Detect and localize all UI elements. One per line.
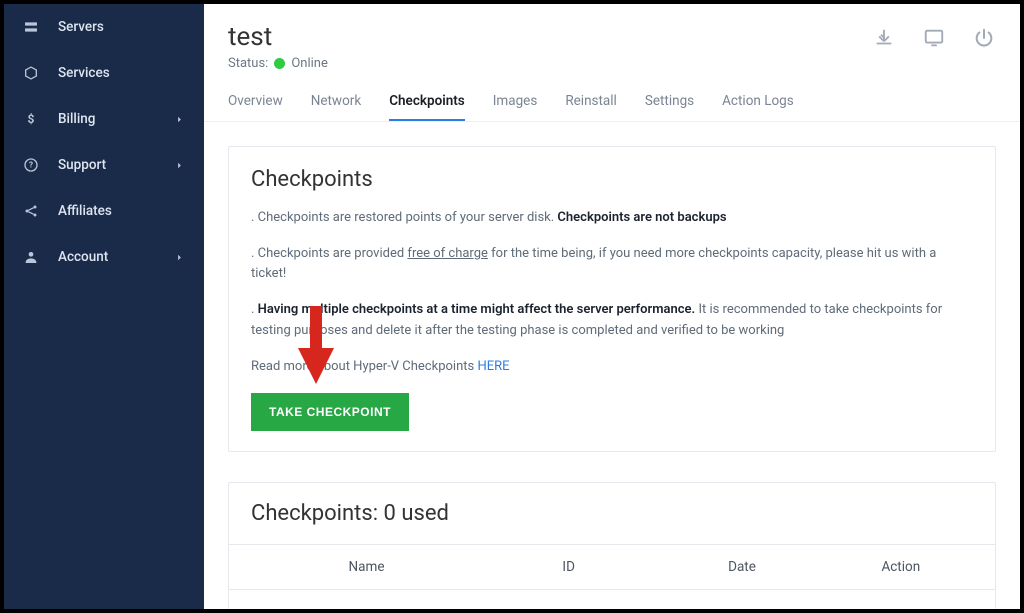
sidebar-item-support[interactable]: ? Support — [4, 142, 204, 188]
sidebar: Servers Services $ Billing ? Support — [4, 4, 204, 609]
checkpoints-card-title: Checkpoints — [251, 167, 973, 192]
checkpoints-note-1: . Checkpoints are restored points of you… — [251, 208, 973, 228]
table-header-row: Name ID Date Action — [229, 545, 995, 589]
checkpoints-note-3: . Having multiple checkpoints at a time … — [251, 300, 973, 340]
sidebar-item-label: Servers — [58, 19, 186, 35]
checkpoints-note-2: . Checkpoints are provided free of charg… — [251, 244, 973, 284]
tab-images[interactable]: Images — [493, 93, 538, 121]
sidebar-item-account[interactable]: Account — [4, 234, 204, 280]
tab-settings[interactable]: Settings — [645, 93, 694, 121]
tab-checkpoints[interactable]: Checkpoints — [389, 93, 465, 121]
chevron-right-icon — [172, 112, 186, 126]
cube-icon — [22, 64, 40, 82]
tab-reinstall[interactable]: Reinstall — [565, 93, 617, 121]
column-id: ID — [482, 559, 655, 575]
table-empty-message: No Checkpoints Available. — [229, 589, 995, 609]
svg-text:?: ? — [29, 161, 33, 170]
sidebar-item-label: Affiliates — [58, 203, 186, 219]
chevron-right-icon — [172, 158, 186, 172]
chevron-right-icon — [172, 250, 186, 264]
tab-network[interactable]: Network — [311, 93, 361, 121]
checkpoints-info-card: Checkpoints . Checkpoints are restored p… — [228, 146, 996, 452]
sidebar-item-label: Services — [58, 65, 186, 81]
sidebar-item-servers[interactable]: Servers — [4, 4, 204, 50]
share-icon — [22, 202, 40, 220]
page-title: test — [228, 22, 872, 52]
column-name: Name — [251, 559, 482, 575]
title-actions — [872, 22, 996, 50]
status-value: Online — [291, 56, 328, 71]
user-icon — [22, 248, 40, 266]
svg-text:$: $ — [28, 112, 35, 126]
sidebar-item-label: Billing — [58, 111, 172, 127]
take-checkpoint-button[interactable]: TAKE CHECKPOINT — [251, 393, 409, 431]
sidebar-item-billing[interactable]: $ Billing — [4, 96, 204, 142]
status-label: Status: — [228, 56, 268, 71]
sidebar-item-affiliates[interactable]: Affiliates — [4, 188, 204, 234]
status-line: Status: Online — [228, 56, 872, 71]
tab-action-logs[interactable]: Action Logs — [722, 93, 794, 121]
console-icon[interactable] — [922, 26, 946, 50]
checkpoints-used-title: Checkpoints: 0 used — [251, 501, 973, 526]
sidebar-item-label: Account — [58, 249, 172, 265]
column-date: Date — [655, 559, 828, 575]
download-icon[interactable] — [872, 26, 896, 50]
dollar-icon: $ — [22, 110, 40, 128]
checkpoints-note-4: Read more about Hyper-V Checkpoints HERE — [251, 357, 973, 377]
sidebar-item-label: Support — [58, 157, 172, 173]
content-area: Checkpoints . Checkpoints are restored p… — [204, 122, 1020, 609]
power-icon[interactable] — [972, 26, 996, 50]
here-link[interactable]: HERE — [477, 359, 509, 374]
tab-overview[interactable]: Overview — [228, 93, 283, 121]
servers-icon — [22, 18, 40, 36]
status-dot-icon — [274, 58, 285, 69]
checkpoints-table-card: Checkpoints: 0 used Name ID Date Action … — [228, 482, 996, 609]
main-panel: test Status: Online — [204, 4, 1020, 609]
titlebar: test Status: Online — [204, 4, 1020, 71]
column-action: Action — [829, 559, 973, 575]
sidebar-item-services[interactable]: Services — [4, 50, 204, 96]
question-icon: ? — [22, 156, 40, 174]
tabs: Overview Network Checkpoints Images Rein… — [204, 71, 1020, 122]
